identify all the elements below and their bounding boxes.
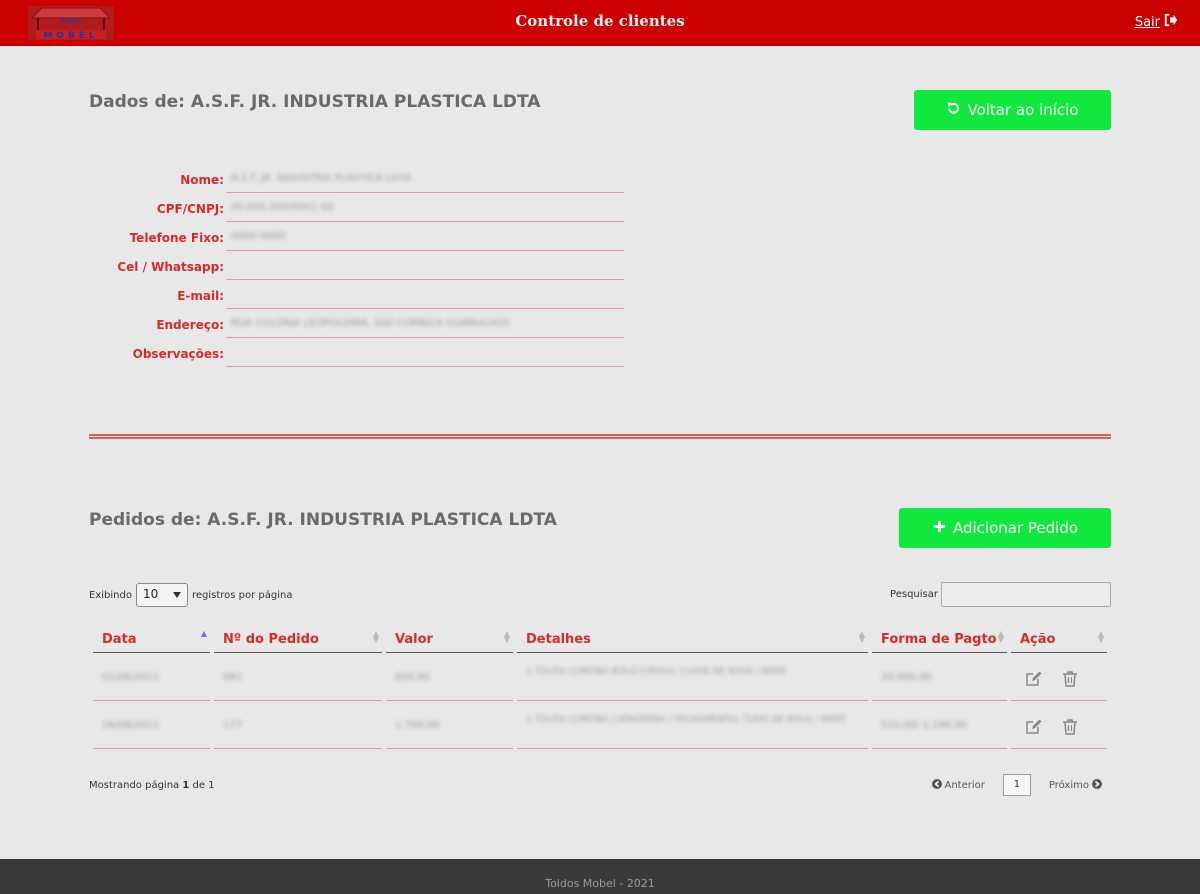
orders-section-title: Pedidos de: A.S.F. JR. INDUSTRIA PLASTIC…	[89, 510, 557, 530]
next-page-button[interactable]: Próximo	[1049, 778, 1102, 792]
table-cell: 510,00/ 1.190,00	[872, 702, 1007, 749]
table-cell-actions	[1011, 702, 1107, 749]
detail-label: Cel / Whatsapp:	[117, 260, 224, 274]
back-button-label: Voltar ao início	[967, 101, 1079, 119]
detail-row-cpf-cnpj: CPF/CNPJ: 00.000.000/0001-00	[89, 193, 629, 222]
current-page-number[interactable]: 1	[1002, 774, 1031, 796]
detail-value: RUA COLONIA LEOPOLDINA, 000 CUMBICA GUAR…	[226, 309, 624, 338]
detail-row-email: E-mail:	[89, 280, 629, 309]
table-cell: 16/08/2011	[93, 702, 210, 749]
arrow-right-circle-icon	[1092, 778, 1102, 792]
table-cell: 081	[214, 654, 382, 701]
search-input[interactable]	[941, 582, 1111, 607]
section-divider	[89, 434, 1111, 439]
table-cell-actions	[1011, 654, 1107, 701]
back-to-home-button[interactable]: Voltar ao início	[914, 90, 1111, 130]
search-control: Pesquisar	[890, 582, 1111, 607]
table-cell: 01/06/2011	[93, 654, 210, 701]
detail-label: Nome:	[180, 173, 224, 187]
client-details: Nome: A.S.F. JR. INDUSTRIA PLASTICA LDTA…	[89, 164, 629, 367]
table-cell: 1 TOLDO CORTINA C/ENGRENA / FECHAMENTO, …	[517, 702, 868, 749]
logout-label: Sair	[1134, 14, 1160, 30]
column-header-order-number[interactable]: Nº do Pedido ▲ ▼	[214, 626, 382, 653]
table-cell: 20,000,00	[872, 654, 1007, 701]
page-length-control: Exibindo 10 registros por página	[89, 583, 292, 607]
edit-icon[interactable]	[1025, 670, 1043, 688]
trash-icon[interactable]	[1061, 670, 1079, 688]
detail-label: Observações:	[132, 347, 224, 361]
footer-text: Toldos Mobel - 2021	[545, 877, 655, 890]
detail-value	[226, 280, 624, 309]
table-cell: 177	[214, 702, 382, 749]
sort-icon: ▲ ▼	[997, 629, 1004, 644]
client-section-title: Dados de: A.S.F. JR. INDUSTRIA PLASTICA …	[89, 92, 541, 112]
detail-label: E-mail:	[177, 289, 224, 303]
sort-icon: ▲ ▼	[1097, 629, 1104, 644]
table-cell: 600,00	[386, 654, 513, 701]
detail-row-phone: Telefone Fixo: 0000-0000	[89, 222, 629, 251]
detail-label: Endereço:	[156, 318, 224, 332]
sort-icon: ▲ ▼	[858, 629, 865, 644]
column-header-payment[interactable]: Forma de Pagto ▲ ▼	[872, 626, 1007, 653]
detail-label: Telefone Fixo:	[129, 231, 224, 245]
app-title: Controle de clientes	[515, 12, 685, 30]
undo-icon	[946, 101, 961, 120]
detail-value: 0000-0000	[226, 222, 624, 251]
sort-ascending-icon: ▲	[200, 629, 207, 638]
footer: Toldos Mobel - 2021	[0, 859, 1200, 894]
add-order-label: Adicionar Pedido	[952, 519, 1079, 537]
pagination: Anterior 1 Próximo	[931, 774, 1102, 796]
column-header-data[interactable]: Data ▲	[93, 626, 210, 653]
table-info: Mostrando página 1 de 1	[89, 780, 215, 791]
detail-value: A.S.F. JR. INDUSTRIA PLASTICA LDTA	[226, 164, 624, 193]
arrow-left-circle-icon	[931, 778, 942, 792]
detail-value: 00.000.000/0001-00	[226, 193, 624, 222]
detail-label: CPF/CNPJ:	[156, 202, 224, 216]
detail-row-notes: Observações:	[89, 338, 629, 367]
sort-icon: ▲ ▼	[503, 629, 510, 644]
trash-icon[interactable]	[1061, 718, 1079, 736]
table-cell: 1 TOLDO CORTINA ROLO C/ROLO, CLOSE DE NO…	[517, 654, 868, 701]
table-cell: 1.700,00	[386, 702, 513, 749]
top-bar: Toldos MOBEL Controle de clientes Sair	[0, 0, 1200, 46]
column-header-details[interactable]: Detalhes ▲ ▼	[517, 626, 868, 653]
detail-value	[226, 338, 624, 367]
search-label: Pesquisar	[890, 589, 938, 600]
previous-page-button[interactable]: Anterior	[931, 778, 985, 792]
plus-icon	[932, 519, 947, 538]
detail-row-address: Endereço: RUA COLONIA LEOPOLDINA, 000 CU…	[89, 309, 629, 338]
column-header-action[interactable]: Ação ▲ ▼	[1011, 626, 1107, 653]
add-order-button[interactable]: Adicionar Pedido	[899, 508, 1111, 548]
svg-text:MOBEL: MOBEL	[43, 31, 98, 40]
length-prefix: Exibindo	[89, 589, 132, 601]
column-header-value[interactable]: Valor ▲ ▼	[386, 626, 513, 653]
sort-icon: ▲ ▼	[372, 629, 379, 644]
edit-icon[interactable]	[1025, 718, 1043, 736]
length-suffix: registros por página	[191, 589, 293, 601]
detail-value	[226, 251, 624, 280]
logout-link[interactable]: Sair	[1135, 13, 1178, 31]
page-length-select[interactable]: 10	[135, 583, 188, 607]
sign-out-icon	[1164, 13, 1178, 31]
detail-row-name: Nome: A.S.F. JR. INDUSTRIA PLASTICA LDTA	[89, 164, 629, 193]
detail-row-whatsapp: Cel / Whatsapp:	[89, 251, 629, 280]
